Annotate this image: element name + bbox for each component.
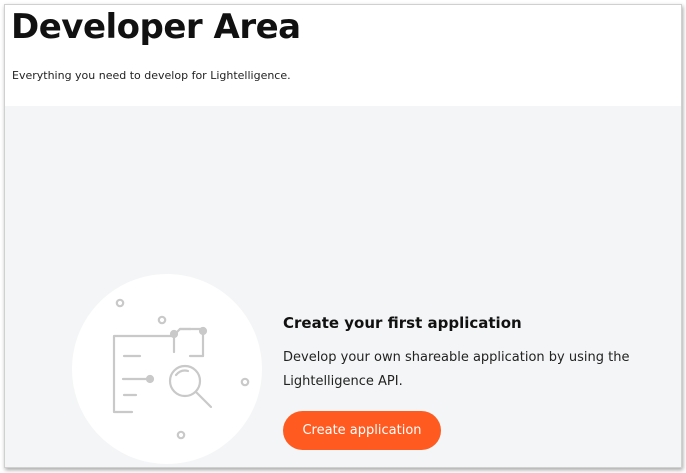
empty-state-text: Create your first application Develop yo…	[283, 314, 673, 394]
empty-state-illustration	[72, 274, 262, 464]
page-header: Developer Area Everything you need to de…	[5, 5, 681, 106]
empty-state-description: Develop your own shareable application b…	[283, 350, 630, 389]
create-application-button[interactable]: Create application	[283, 411, 441, 450]
empty-state-panel: Create your first application Develop yo…	[5, 106, 681, 467]
page-title: Developer Area	[11, 7, 301, 47]
folder-search-icon	[112, 298, 250, 440]
page-subtitle: Everything you need to develop for Light…	[12, 69, 291, 82]
empty-state-title: Create your first application	[283, 314, 522, 332]
app-window: Developer Area Everything you need to de…	[4, 4, 682, 468]
